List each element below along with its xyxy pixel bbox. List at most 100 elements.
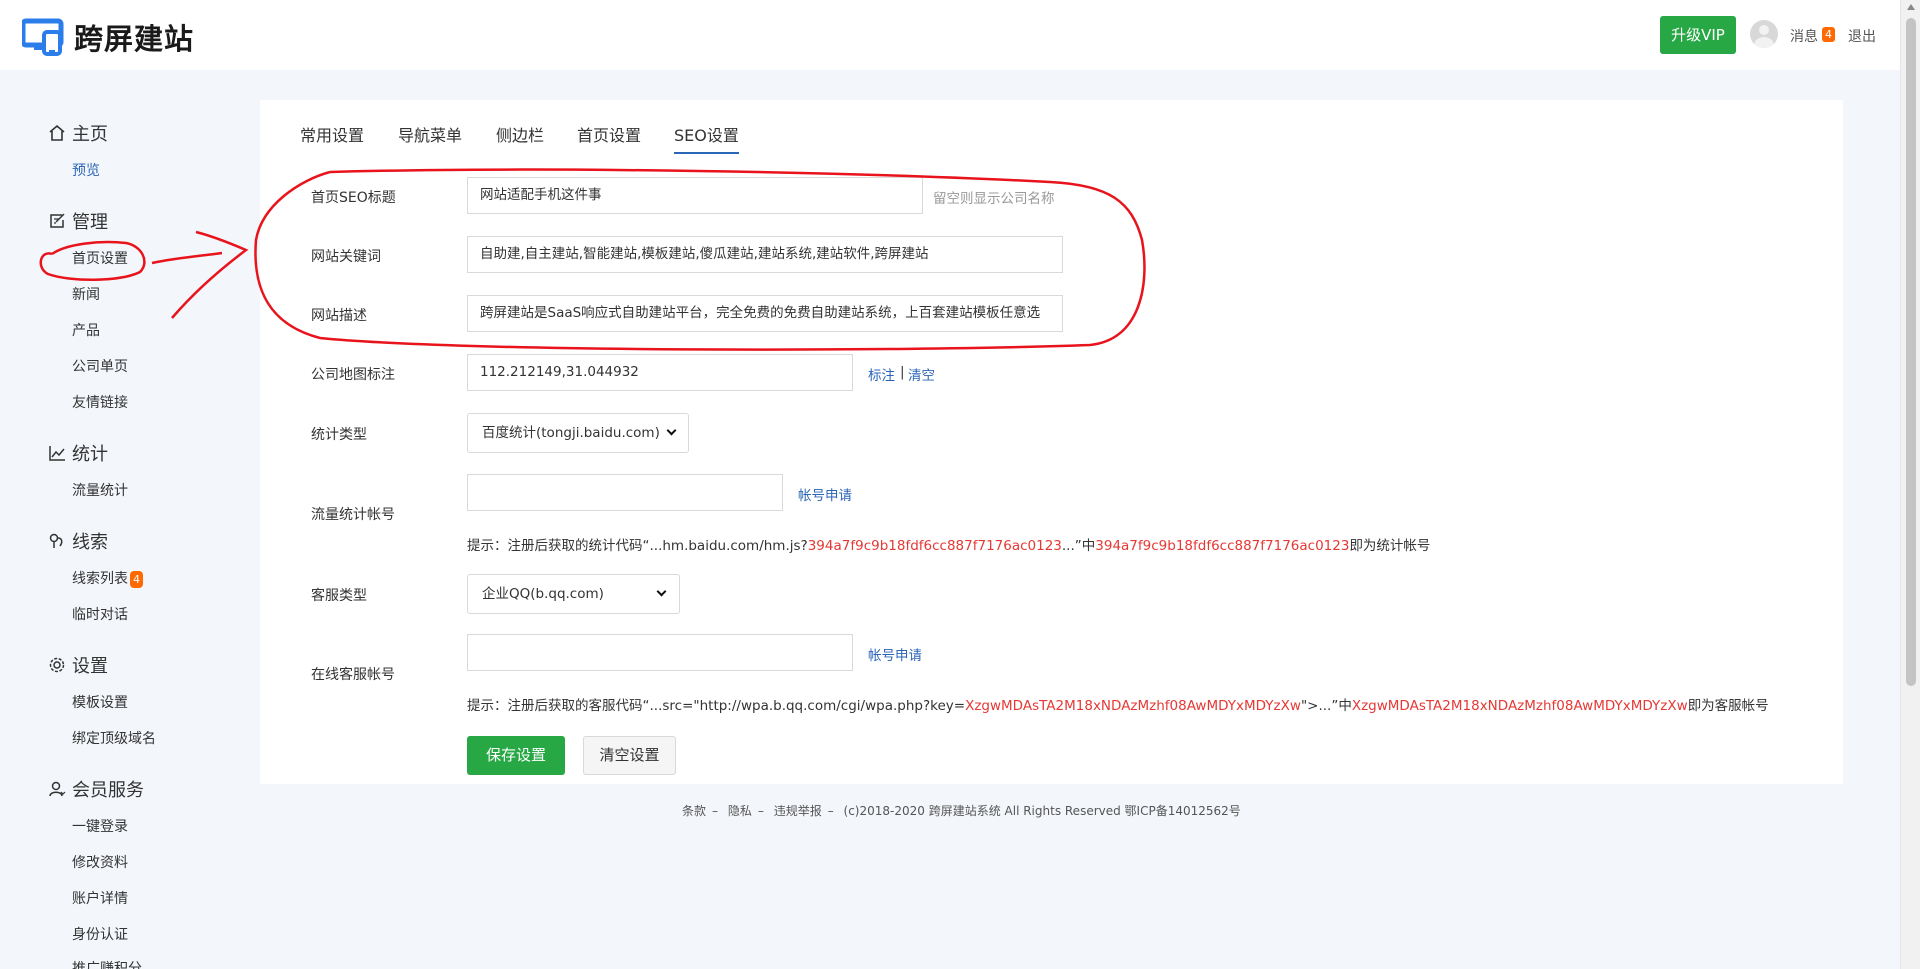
sidebar-item-identity-verification[interactable]: 身份认证 [72, 924, 128, 944]
chevron-down-icon [656, 586, 667, 597]
footer-report-link[interactable]: 违规举报 [774, 804, 822, 818]
sidebar-item-traffic-stats[interactable]: 流量统计 [72, 480, 128, 500]
sidebar-group-manage[interactable]: 管理 [48, 208, 108, 234]
sidebar-group-stats[interactable]: 统计 [48, 440, 108, 466]
sidebar-item-template-settings[interactable]: 模板设置 [72, 692, 128, 712]
settings-panel: 常用设置 导航菜单 侧边栏 首页设置 SEO设置 首页SEO标题 网站适配手机这… [260, 100, 1843, 784]
stat-type-selected: 百度统计(tongji.baidu.com) [482, 425, 660, 441]
leads-icon [49, 533, 63, 548]
logout-link[interactable]: 退出 [1848, 26, 1876, 46]
messages-badge: 4 [1822, 27, 1835, 42]
tab-nav-menu[interactable]: 导航菜单 [398, 122, 462, 146]
line-chart-icon [49, 446, 65, 461]
tip-code: 394a7f9c9b18fdf6cc887f7176ac0123 [807, 538, 1062, 554]
footer: 条款 – 隐私 – 违规举报 – (c)2018-2020 跨屏建站系统 All Ri… [682, 802, 1247, 819]
service-account-apply-link[interactable]: 帐号申请 [868, 644, 922, 664]
save-settings-button[interactable]: 保存设置 [467, 736, 565, 775]
map-clear-link[interactable]: 清空 [908, 364, 935, 384]
sidebar-item-edit-profile[interactable]: 修改资料 [72, 852, 128, 872]
sidebar-item-news[interactable]: 新闻 [72, 284, 100, 304]
footer-copyright: (c)2018-2020 跨屏建站系统 All Rights Reserved … [843, 804, 1241, 818]
sidebar-group-label: 会员服务 [72, 780, 144, 801]
sidebar-item-temp-chat[interactable]: 临时对话 [72, 604, 128, 624]
footer-separator: – [827, 804, 834, 818]
upgrade-vip-button[interactable]: 升级VIP [1660, 16, 1736, 54]
tab-sidebar[interactable]: 侧边栏 [496, 122, 544, 146]
tab-seo-settings[interactable]: SEO设置 [674, 122, 739, 154]
chevron-down-icon [666, 425, 677, 436]
edit-icon [50, 213, 65, 228]
stat-type-label: 统计类型 [311, 427, 367, 443]
keywords-label: 网站关键词 [311, 249, 381, 265]
stat-account-apply-link[interactable]: 帐号申请 [798, 484, 852, 504]
footer-privacy-link[interactable]: 隐私 [728, 804, 752, 818]
map-link-separator: | [900, 364, 905, 380]
sidebar-group-label: 管理 [72, 212, 108, 233]
map-mark-link[interactable]: 标注 [868, 364, 895, 384]
sidebar-item-friend-links[interactable]: 友情链接 [72, 392, 128, 412]
service-type-select[interactable]: 企业QQ(b.qq.com) [467, 574, 680, 614]
service-account-label: 在线客服帐号 [311, 667, 395, 683]
seo-title-hint: 留空则显示公司名称 [933, 191, 1055, 207]
sidebar-item-one-click-login[interactable]: 一键登录 [72, 816, 128, 836]
sidebar-group-label: 线索 [72, 532, 108, 553]
logo[interactable]: 跨屏建站 [22, 16, 194, 58]
sidebar-item-account-details[interactable]: 账户详情 [72, 888, 128, 908]
sidebar-group-label: 统计 [72, 444, 108, 465]
user-icon [49, 781, 66, 797]
scroll-up-arrow-icon[interactable] [1907, 4, 1915, 10]
tip-text: 提示：注册后获取的统计代码“...hm.baidu.com/hm.js? [467, 538, 808, 554]
stat-type-select[interactable]: 百度统计(tongji.baidu.com) [467, 413, 689, 453]
home-icon [49, 124, 65, 141]
footer-terms-link[interactable]: 条款 [682, 804, 706, 818]
tab-homepage-settings[interactable]: 首页设置 [577, 122, 641, 146]
footer-separator: – [712, 804, 719, 818]
description-input[interactable]: 跨屏建站是SaaS响应式自助建站平台，完全免费的免费自助建站系统，上百套建站模板… [467, 295, 1063, 332]
logo-icon [22, 18, 64, 56]
tip-text: ">...”中 [1300, 698, 1352, 714]
sidebar-item-bind-domain[interactable]: 绑定顶级域名 [72, 728, 156, 748]
tip-code: 394a7f9c9b18fdf6cc887f7176ac0123 [1095, 538, 1350, 554]
messages-link[interactable]: 消息 [1790, 26, 1818, 46]
service-type-label: 客服类型 [311, 588, 367, 604]
seo-title-input[interactable]: 网站适配手机这件事 [467, 177, 923, 214]
gear-icon [49, 657, 65, 673]
sidebar-item-referral-points[interactable]: 推广赚积分 [72, 958, 142, 969]
logo-text: 跨屏建站 [74, 22, 195, 56]
leads-badge: 4 [130, 570, 143, 588]
sidebar-item-leads-list[interactable]: 线索列表 4 [72, 568, 143, 588]
annotation-arrow-shaft [151, 251, 223, 265]
seo-title-label: 首页SEO标题 [311, 190, 396, 206]
stat-account-input[interactable] [467, 474, 783, 511]
sidebar-group-member[interactable]: 会员服务 [48, 776, 144, 802]
service-account-input[interactable] [467, 634, 853, 671]
page-scrollbar[interactable] [1900, 0, 1920, 969]
clear-settings-button[interactable]: 清空设置 [583, 736, 676, 775]
tip-code: XzgwMDAsTA2M18xNDAzMzhf08AwMDYxMDYzXw [1351, 698, 1688, 714]
footer-separator: – [757, 804, 764, 818]
sidebar-item-products[interactable]: 产品 [72, 320, 100, 340]
sidebar-group-label: 设置 [72, 656, 108, 677]
map-coordinates-input[interactable]: 112.212149,31.044932 [467, 354, 853, 391]
sidebar-item-label: 线索列表 [72, 571, 128, 587]
top-bar: 跨屏建站 升级VIP 消息 4 退出 [0, 0, 1900, 70]
tip-text: ...”中 [1061, 538, 1096, 554]
tab-general-settings[interactable]: 常用设置 [300, 122, 364, 146]
sidebar-group-home[interactable]: 主页 [48, 120, 108, 146]
sidebar-group-settings[interactable]: 设置 [48, 652, 108, 678]
stat-account-label: 流量统计帐号 [311, 507, 395, 523]
sidebar-item-company-page[interactable]: 公司单页 [72, 356, 128, 376]
scroll-thumb[interactable] [1906, 18, 1916, 686]
service-account-tip: 提示：注册后获取的客服代码“...src="http://wpa.b.qq.co… [467, 694, 1769, 714]
sidebar-item-preview[interactable]: 预览 [72, 160, 100, 180]
keywords-input[interactable]: 自助建,自主建站,智能建站,模板建站,傻瓜建站,建站系统,建站软件,跨屏建站 [467, 236, 1063, 273]
avatar[interactable] [1750, 20, 1778, 48]
tip-code: XzgwMDAsTA2M18xNDAzMzhf08AwMDYxMDYzXw [965, 698, 1301, 714]
sidebar-group-leads[interactable]: 线索 [48, 528, 108, 554]
annotation-arrow-head [171, 230, 249, 319]
tip-text: 提示：注册后获取的客服代码“...src="http://wpa.b.qq.co… [467, 698, 966, 714]
stat-account-tip: 提示：注册后获取的统计代码“...hm.baidu.com/hm.js?394a… [467, 534, 1430, 554]
sidebar-item-homepage-settings[interactable]: 首页设置 [72, 248, 128, 268]
sidebar-group-label: 主页 [72, 124, 108, 145]
map-label: 公司地图标注 [311, 367, 395, 383]
